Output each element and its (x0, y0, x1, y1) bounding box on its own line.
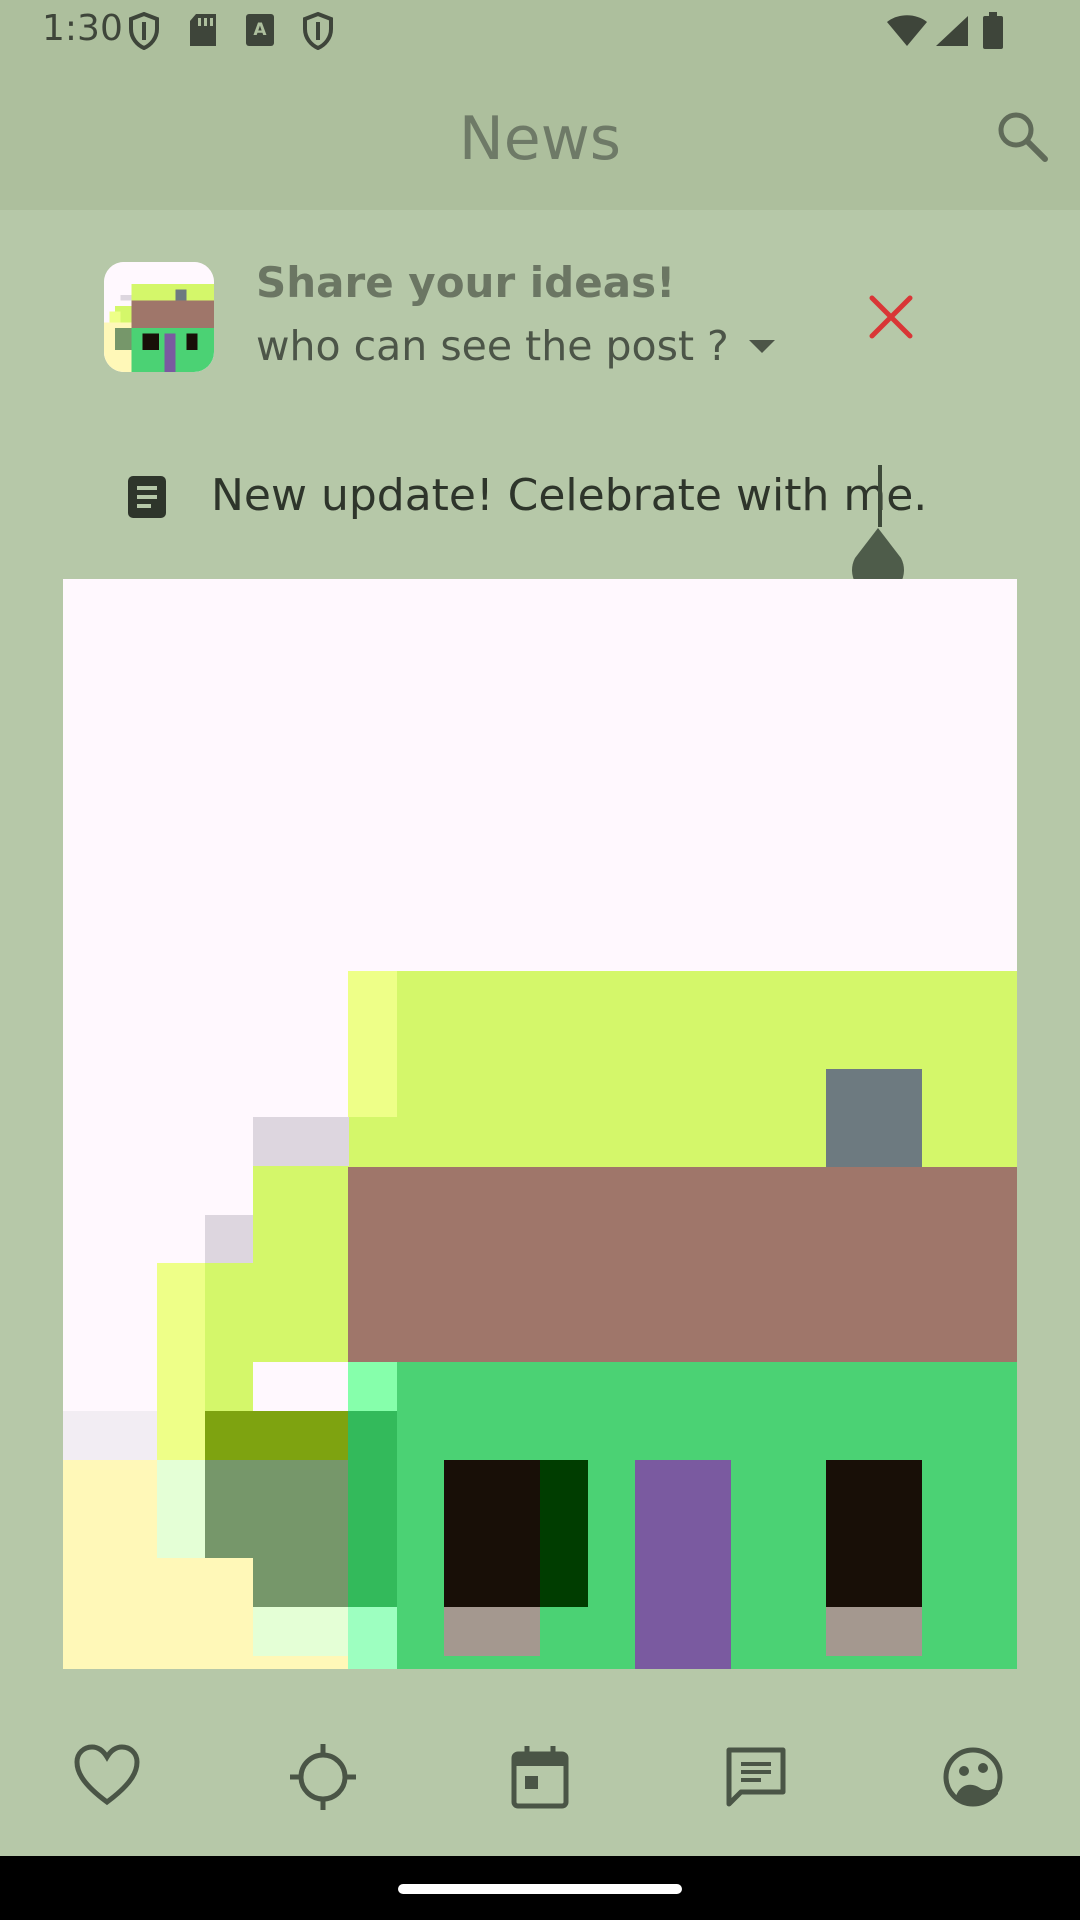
page-title: News (458, 104, 622, 174)
avatar (104, 262, 214, 372)
visibility-label: who can see the post ? (256, 322, 729, 370)
crosshair-icon[interactable] (288, 1742, 358, 1812)
close-icon[interactable] (866, 292, 916, 342)
caret-down-icon (748, 339, 775, 353)
svg-text:A: A (253, 20, 267, 40)
home-gesture-handle[interactable] (398, 1884, 682, 1894)
bottom-navigation (0, 1700, 1080, 1856)
text-cursor (878, 465, 882, 527)
book-icon (128, 476, 166, 518)
post-image (63, 579, 1017, 1669)
text-a-icon: A (246, 14, 274, 46)
calendar-icon[interactable] (505, 1742, 575, 1812)
shield-icon (303, 12, 333, 50)
wifi-icon (887, 15, 927, 46)
chat-icon[interactable] (721, 1742, 791, 1812)
face-icon[interactable] (938, 1742, 1008, 1812)
sd-card-icon (190, 14, 216, 46)
app-bar: News (0, 62, 1080, 210)
post-text-input[interactable]: New update! Celebrate with me. (211, 470, 927, 521)
search-icon[interactable] (994, 108, 1050, 164)
heart-icon[interactable] (72, 1742, 142, 1812)
battery-icon (983, 12, 1003, 49)
visibility-dropdown[interactable]: who can see the post ? (256, 322, 775, 370)
shield-icon (129, 12, 159, 50)
status-time: 1:30 (42, 8, 123, 49)
signal-icon (936, 16, 968, 46)
composer-title: Share your ideas! (256, 258, 676, 307)
status-bar: 1:30 A (0, 0, 1080, 62)
